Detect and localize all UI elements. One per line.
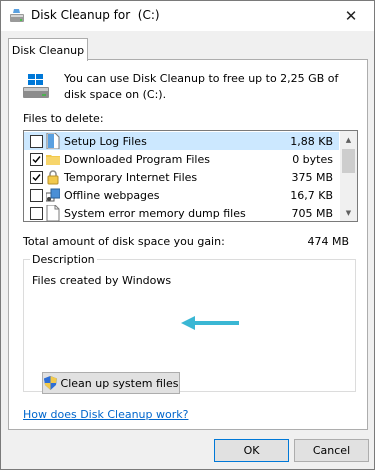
list-scrollbar[interactable]: ▲ ▼ [340, 131, 357, 221]
checkbox[interactable] [30, 171, 43, 184]
checkmark-icon [32, 156, 41, 164]
tab-disk-cleanup[interactable]: Disk Cleanup [8, 38, 88, 61]
description-legend: Description [30, 253, 97, 266]
total-space-label: Total amount of disk space you gain: [23, 235, 225, 248]
folder-icon [46, 155, 60, 165]
help-link[interactable]: How does Disk Cleanup work? [23, 408, 188, 421]
cancel-button[interactable]: Cancel [294, 439, 369, 462]
files-to-delete-list[interactable]: Setup Log Files 1,88 KB Downloaded Progr… [23, 130, 358, 222]
file-size: 375 MB [291, 171, 333, 184]
scroll-down-arrow-icon[interactable]: ▼ [340, 204, 357, 221]
file-name: Downloaded Program Files [64, 153, 210, 166]
annotation-arrow-icon [181, 316, 239, 330]
list-item[interactable]: Temporary Internet Files 375 MB [24, 168, 339, 186]
clean-up-system-files-label: Clean up system files [60, 376, 179, 390]
files-to-delete-label: Files to delete: [23, 112, 104, 125]
disk-cleanup-window: Disk Cleanup for (C:) ✕ Disk Cleanup You… [0, 0, 375, 470]
checkmark-icon [32, 174, 41, 182]
disk-cleanup-app-icon [10, 9, 24, 22]
title-bar[interactable]: Disk Cleanup for (C:) ✕ [1, 1, 374, 31]
file-icon [46, 133, 60, 149]
checkbox[interactable] [30, 135, 43, 148]
description-text: Files created by Windows [32, 274, 172, 287]
file-size: 705 MB [291, 207, 333, 220]
file-name: Setup Log Files [64, 135, 147, 148]
intro-text: You can use Disk Cleanup to free up to 2… [64, 72, 339, 101]
scroll-up-arrow-icon[interactable]: ▲ [340, 131, 357, 148]
list-item[interactable]: System error memory dump files 705 MB [24, 204, 339, 221]
scroll-thumb[interactable] [342, 149, 355, 173]
file-size: 0 bytes [292, 153, 333, 166]
ok-button[interactable]: OK [214, 439, 289, 462]
file-name: Offline webpages [64, 189, 160, 202]
file-size: 1,88 KB [290, 135, 333, 148]
file-name: System error memory dump files [64, 207, 246, 220]
checkbox[interactable] [30, 189, 43, 202]
offline-pages-icon [46, 188, 60, 202]
list-item[interactable]: Offline webpages 16,7 KB [24, 186, 339, 204]
checkbox[interactable] [30, 207, 43, 220]
window-title: Disk Cleanup for (C:) [31, 8, 160, 22]
checkbox[interactable] [30, 153, 43, 166]
total-space-value: 474 MB [307, 235, 349, 248]
close-button[interactable]: ✕ [328, 1, 374, 31]
list-item[interactable]: Setup Log Files 1,88 KB [24, 132, 339, 150]
lock-icon [47, 170, 59, 185]
file-size: 16,7 KB [290, 189, 333, 202]
uac-shield-icon [43, 376, 57, 390]
clean-up-system-files-button[interactable]: Clean up system files [42, 372, 180, 394]
file-name: Temporary Internet Files [64, 171, 198, 184]
tab-panel: You can use Disk Cleanup to free up to 2… [8, 59, 368, 430]
file-icon [46, 205, 60, 221]
list-item[interactable]: Downloaded Program Files 0 bytes [24, 150, 339, 168]
drive-icon [23, 74, 49, 98]
